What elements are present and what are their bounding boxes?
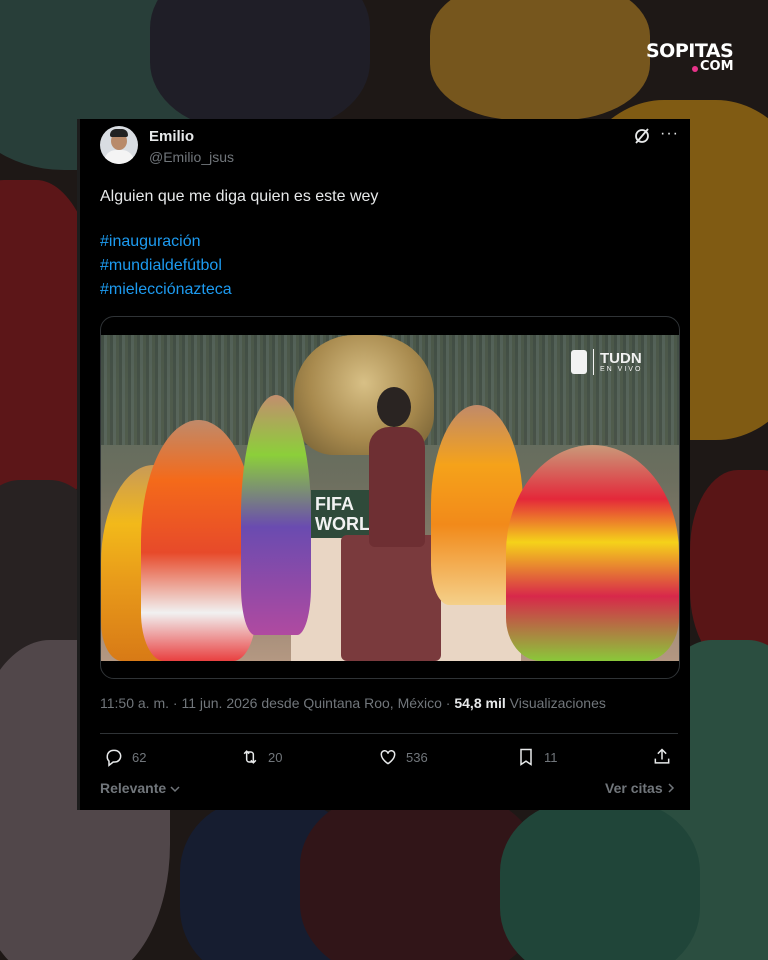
hashtag-3[interactable]: #mielecciónazteca: [100, 278, 232, 302]
tudn-text: TUDN: [600, 349, 642, 367]
like-count: 536: [406, 749, 428, 765]
author-handle[interactable]: @Emilio_jsus: [149, 149, 234, 165]
grok-icon[interactable]: [633, 127, 651, 145]
share-button[interactable]: [652, 746, 672, 768]
divider: [100, 733, 678, 734]
sort-label: Relevante: [100, 780, 167, 796]
author-name[interactable]: Emilio: [149, 128, 194, 145]
view-quotes-link[interactable]: Ver citas: [605, 780, 675, 796]
tweet-card: Emilio @Emilio_jsus ··· Alguien que me d…: [77, 119, 690, 810]
quotes-label: Ver citas: [605, 780, 663, 796]
video-frame[interactable]: FIFA WORLD TUDN EN VIVO: [101, 335, 679, 661]
reply-button[interactable]: 62: [104, 746, 146, 768]
share-icon: [654, 748, 670, 764]
tweet-text: Alguien que me diga quien es este wey: [100, 188, 379, 205]
chevron-down-icon: [170, 786, 180, 793]
hashtag-1[interactable]: #inauguración: [100, 230, 201, 254]
sort-dropdown[interactable]: Relevante: [100, 780, 180, 796]
tudn-watermark: TUDN EN VIVO: [571, 347, 642, 377]
bookmark-button[interactable]: 11: [516, 746, 558, 768]
repost-count: 20: [268, 749, 283, 765]
reply-icon: [106, 749, 122, 767]
like-icon: [380, 749, 396, 765]
repost-button[interactable]: 20: [240, 746, 282, 768]
like-button[interactable]: 536: [378, 746, 428, 768]
tweet-media[interactable]: FIFA WORLD TUDN EN VIVO: [100, 316, 680, 679]
avatar[interactable]: [100, 126, 138, 164]
chevron-right-icon: [667, 783, 674, 793]
logo-sub-text: COM: [700, 59, 734, 74]
repost-icon: [243, 750, 257, 764]
reply-count: 62: [132, 749, 147, 765]
singer: [341, 535, 441, 661]
tudn-sub: EN VIVO: [600, 365, 643, 373]
more-icon[interactable]: ···: [660, 125, 680, 145]
timestamp[interactable]: 11:50 a. m. · 11 jun. 2026 desde Quintan…: [100, 695, 450, 711]
logo-dot: [692, 66, 698, 72]
views-count: 54,8 mil: [454, 695, 506, 711]
sopitas-logo: SOPITAS COM: [646, 40, 742, 80]
hashtag-2[interactable]: #mundialdefútbol: [100, 254, 222, 278]
views-label: Visualizaciones: [509, 695, 606, 711]
bookmark-icon: [520, 748, 532, 766]
tweet-meta: 11:50 a. m. · 11 jun. 2026 desde Quintan…: [100, 695, 606, 711]
bookmark-count: 11: [544, 749, 558, 765]
